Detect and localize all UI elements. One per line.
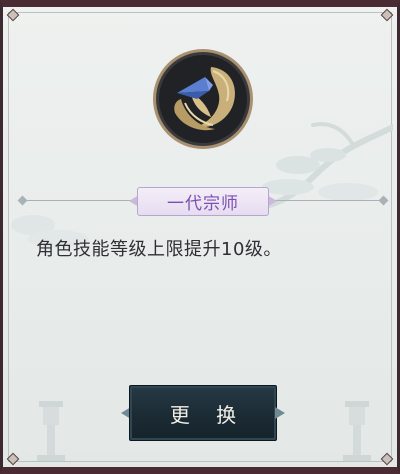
corner-ornament-icon <box>6 8 20 22</box>
skill-info-panel: 一代宗师 角色技能等级上限提升10级。 更 换 <box>0 0 400 474</box>
button-accent-right <box>275 407 285 419</box>
corner-ornament-icon <box>6 452 20 466</box>
swap-button[interactable]: 更 换 <box>129 385 277 441</box>
divider-end-dot <box>17 195 28 206</box>
skill-description: 角色技能等级上限提升10级。 <box>36 239 282 260</box>
stone-lantern-decoration-icon <box>343 401 371 461</box>
corner-ornament-icon <box>380 8 394 22</box>
corner-ornament-icon <box>380 452 394 466</box>
gold-feather-wave-icon <box>153 49 253 149</box>
skill-title: 一代宗师 <box>137 187 269 216</box>
stone-lantern-decoration-icon <box>37 401 65 461</box>
